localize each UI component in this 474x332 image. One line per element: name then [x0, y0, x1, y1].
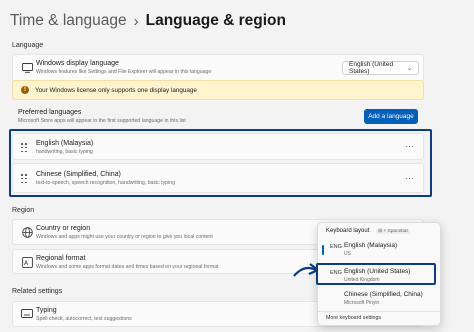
globe-icon: [21, 227, 33, 239]
breadcrumb-parent[interactable]: Time & language: [10, 12, 127, 30]
display-language-row: Windows display language Windows feature…: [12, 54, 424, 82]
monitor-icon: [21, 63, 33, 75]
keyboard-shortcut-hint: ⊞ + Spacebar: [376, 229, 411, 234]
keyboard-icon: [21, 309, 33, 321]
flyout-divider: [318, 311, 440, 312]
selected-indicator: [322, 245, 324, 255]
svg-text:A: A: [24, 260, 29, 267]
display-language-subtitle: Windows features like Settings and File …: [36, 69, 212, 75]
keyboard-item-english-malaysia[interactable]: ENG English (Malaysia) US: [322, 240, 438, 260]
preferred-languages-row: Preferred languages Microsoft Store apps…: [12, 104, 424, 128]
regional-format-subtitle: Windows and some apps format dates and t…: [36, 264, 219, 270]
breadcrumb: Time & language › Language & region: [10, 12, 286, 30]
license-notice-text: Your Windows license only supports one d…: [35, 86, 197, 94]
section-heading-related: Related settings: [12, 288, 63, 295]
display-language-dropdown[interactable]: English (United States) ⌄: [342, 61, 419, 75]
flyout-title: Keyboard layout: [326, 228, 370, 234]
highlight-annotation-box-flyout: [316, 263, 436, 285]
section-heading-region: Region: [12, 207, 35, 214]
preferred-languages-title: Preferred languages: [18, 109, 82, 116]
keyboard-name: English (Malaysia): [344, 242, 398, 249]
display-language-title: Windows display language: [36, 60, 119, 67]
chevron-down-icon: ⌄: [406, 65, 412, 72]
more-keyboard-settings-link[interactable]: More keyboard settings: [326, 315, 381, 321]
keyboard-sub: Microsoft Pinyin: [344, 300, 380, 306]
license-notice-banner: ! Your Windows license only supports one…: [12, 80, 424, 100]
keyboard-sub: US: [344, 251, 351, 257]
typing-title: Typing: [36, 307, 57, 314]
section-heading-language: Language: [12, 42, 44, 49]
breadcrumb-separator: ›: [133, 12, 139, 30]
keyboard-item-chinese[interactable]: Chinese (Simplified, China) Microsoft Pi…: [322, 289, 438, 309]
highlight-annotation-box: [9, 129, 432, 197]
page-title: Language & region: [145, 12, 286, 29]
country-region-subtitle: Windows and apps might use your country …: [36, 234, 213, 240]
typing-subtitle: Spell check, autocorrect, text suggestio…: [36, 316, 132, 322]
regional-format-title: Regional format: [36, 255, 86, 262]
keyboard-code: ENG: [330, 244, 342, 250]
preferred-languages-subtitle: Microsoft Store apps will appear in the …: [18, 118, 186, 124]
display-language-value: English (United States): [349, 61, 394, 75]
info-icon: !: [21, 86, 29, 94]
regional-format-icon: A: [21, 257, 33, 269]
country-region-title: Country or region: [36, 225, 91, 232]
keyboard-name: Chinese (Simplified, China): [344, 291, 423, 298]
add-language-button[interactable]: Add a language: [364, 109, 418, 124]
